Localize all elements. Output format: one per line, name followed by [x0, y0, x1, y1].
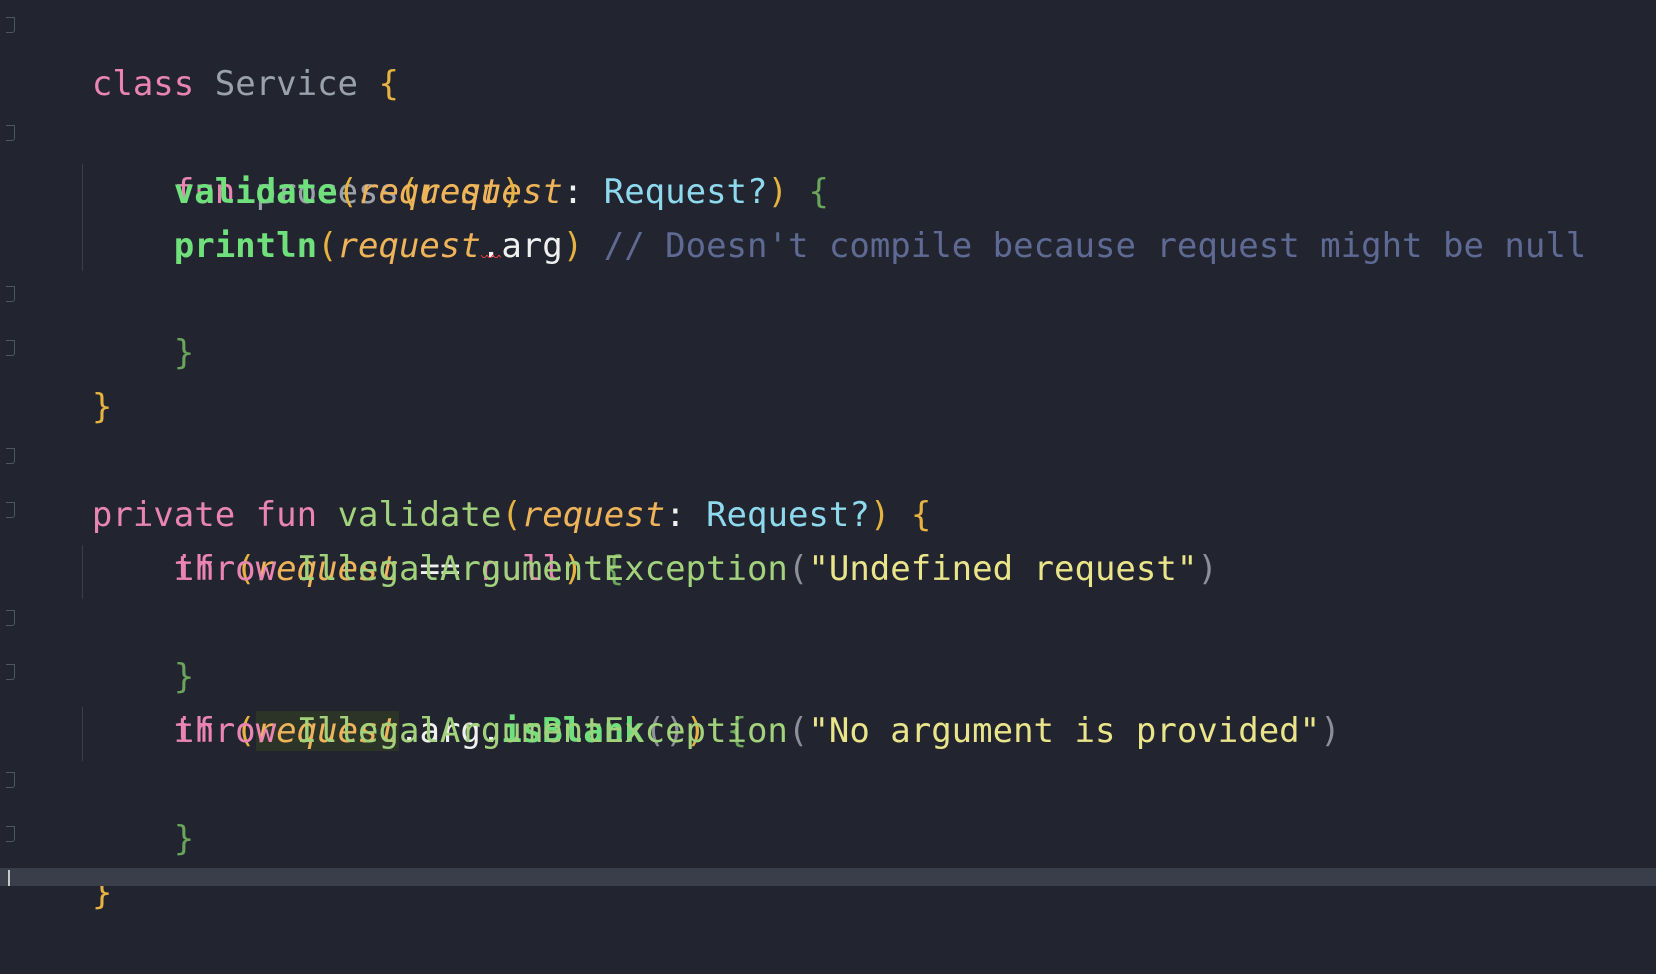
paren: ( — [337, 172, 359, 212]
paren: ) — [1320, 711, 1341, 751]
fold-marker-icon[interactable] — [6, 826, 15, 842]
code-editor[interactable]: class Service { fun process(request: Req… — [0, 0, 1656, 913]
property: arg — [501, 226, 563, 266]
code-line-6: } — [6, 272, 194, 373]
brace: } — [173, 819, 195, 859]
class-name: Service — [214, 64, 359, 104]
fold-marker-icon[interactable] — [6, 772, 15, 788]
function-call: validate — [173, 172, 338, 212]
paren: ) — [869, 495, 891, 535]
brace: { — [378, 64, 399, 104]
code-line-4: validate(request) — [10, 165, 522, 219]
fold-marker-icon[interactable] — [6, 448, 15, 464]
code-line-5: println(request.arg) // Doesn't compile … — [10, 219, 1587, 273]
code-line-11: throw IllegalArgumentException("Undefine… — [10, 542, 1218, 596]
exception-class: IllegalArgumentException — [296, 711, 788, 751]
code-line-13: if (request.arg.isBlank()) { — [6, 650, 747, 751]
paren: ( — [317, 226, 338, 266]
paren: ) — [1197, 549, 1218, 589]
parameter: request — [358, 172, 502, 212]
code-line-16: } — [6, 812, 112, 913]
paren: ) — [767, 172, 788, 212]
paren: ( — [787, 711, 809, 751]
code-line-9: private fun validate(request: Request?) … — [6, 434, 931, 535]
keyword: throw — [173, 711, 277, 751]
fold-marker-icon[interactable] — [6, 502, 15, 518]
function-call: println — [173, 226, 318, 266]
fold-marker-icon[interactable] — [6, 286, 15, 302]
paren: ) — [501, 172, 522, 212]
parameter: request — [337, 226, 481, 266]
fold-marker-icon[interactable] — [6, 340, 15, 356]
text-cursor-icon — [8, 870, 10, 886]
type-name: Request? — [706, 495, 870, 535]
string-literal: "No argument is provided" — [808, 711, 1321, 751]
fold-marker-icon[interactable] — [6, 610, 15, 626]
code-line-3: fun process(request: Request?) { — [6, 111, 829, 212]
error-squiggle[interactable]: . — [481, 226, 501, 266]
keyword: throw — [173, 549, 277, 589]
fold-marker-icon[interactable] — [6, 664, 15, 680]
brace: { — [910, 495, 932, 535]
comment: // Doesn't compile because request might… — [603, 226, 1587, 266]
code-line-1: class Service { — [6, 3, 399, 104]
code-line-7: } — [6, 326, 112, 427]
type-name: Request? — [603, 172, 768, 212]
brace: } — [91, 387, 113, 427]
code-line-12: } — [6, 596, 194, 697]
fold-marker-icon[interactable] — [6, 125, 15, 141]
code-line-14: throw IllegalArgumentException("No argum… — [10, 704, 1341, 758]
paren: ) — [562, 226, 584, 266]
string-literal: "Undefined request" — [808, 549, 1198, 589]
code-line-15: } — [6, 758, 194, 859]
brace: { — [808, 172, 829, 212]
colon: : — [562, 172, 604, 212]
colon: : — [665, 495, 707, 535]
code-line-10: if (request == null) { — [6, 488, 624, 589]
paren: ( — [787, 549, 809, 589]
fold-marker-icon[interactable] — [6, 17, 15, 33]
status-bar — [0, 868, 1656, 886]
brace: } — [173, 333, 195, 373]
exception-class: IllegalArgumentException — [296, 549, 788, 589]
keyword: class — [91, 64, 195, 104]
